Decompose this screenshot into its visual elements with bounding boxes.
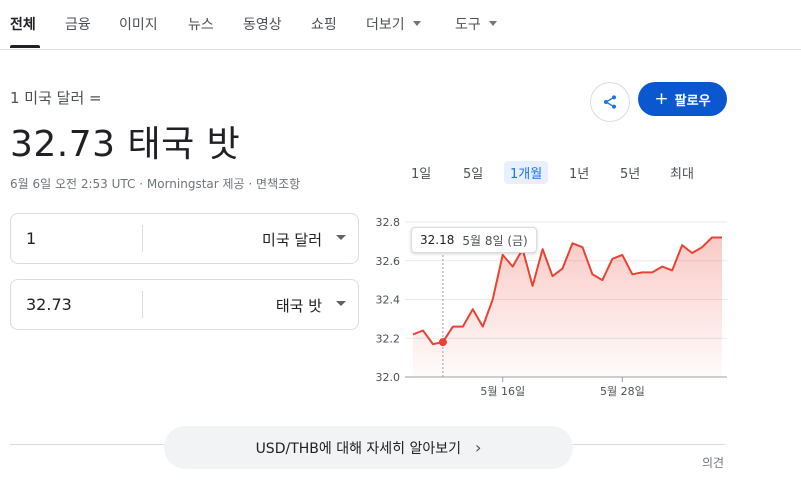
tab-more-label: 더보기	[366, 17, 405, 33]
field-divider	[142, 225, 143, 252]
source-disclaimer: 6월 6일 오전 2:53 UTC · Morningstar 제공 · 면책조…	[10, 177, 301, 191]
tooltip-date: 5월 8일 (금)	[462, 233, 528, 248]
x-tick-label: 5월 16일	[480, 384, 525, 398]
range-1m[interactable]: 1개월	[504, 161, 549, 184]
conversion-result: 32.73 태국 밧	[10, 124, 241, 165]
chevron-right-icon: ›	[475, 438, 482, 457]
share-icon	[604, 95, 616, 109]
active-tab-indicator	[10, 45, 40, 48]
range-1y[interactable]: 1년	[563, 161, 595, 184]
tab-tools[interactable]: 도구	[455, 14, 497, 34]
to-currency-select[interactable]: 태국 밧	[276, 295, 322, 316]
tab-tools-label: 도구	[455, 17, 481, 33]
tab-more[interactable]: 더보기	[366, 14, 421, 34]
feedback-link[interactable]: 의견	[702, 454, 724, 471]
conversion-base-label: 1 미국 달러 =	[10, 89, 102, 107]
share-button[interactable]	[590, 82, 630, 122]
learn-more-button[interactable]: USD/THB에 대해 자세히 알아보기 ›	[164, 426, 573, 469]
y-tick-label: 32.6	[376, 255, 401, 268]
x-tick-label: 5월 28일	[600, 384, 645, 398]
from-amount-input[interactable]: 1	[26, 229, 36, 248]
search-tabs: 전체 금융 이미지 뉴스 동영상 쇼핑 더보기 도구	[0, 0, 801, 50]
tab-images[interactable]: 이미지	[119, 14, 158, 34]
learn-more-label: USD/THB에 대해 자세히 알아보기	[255, 440, 462, 457]
field-divider	[142, 291, 143, 318]
follow-button[interactable]: + 팔로우	[638, 82, 727, 116]
tab-news[interactable]: 뉴스	[188, 14, 214, 34]
chart-tooltip: 32.18 5월 8일 (금)	[411, 227, 537, 253]
range-5d[interactable]: 5일	[457, 161, 489, 184]
range-max[interactable]: 최대	[664, 161, 700, 184]
to-currency-box: 32.73 태국 밧	[10, 279, 359, 330]
range-5y[interactable]: 5년	[614, 161, 646, 184]
plus-icon: +	[654, 89, 669, 109]
y-tick-label: 32.2	[376, 332, 401, 345]
tab-shopping[interactable]: 쇼핑	[311, 14, 337, 34]
follow-label: 팔로우	[674, 93, 711, 109]
hover-point	[438, 338, 447, 347]
tooltip-value: 32.18	[420, 233, 455, 247]
from-currency-box: 1 미국 달러	[10, 213, 359, 264]
tab-videos[interactable]: 동영상	[243, 14, 282, 34]
tab-all[interactable]: 전체	[10, 14, 36, 34]
caret-down-icon	[488, 20, 497, 26]
from-currency-select[interactable]: 미국 달러	[262, 229, 322, 250]
caret-down-icon	[412, 20, 421, 26]
y-tick-label: 32.4	[376, 294, 401, 307]
range-1d[interactable]: 1일	[405, 161, 437, 184]
dropdown-arrow-icon[interactable]	[336, 301, 346, 306]
y-tick-label: 32.8	[376, 216, 401, 229]
tab-finance[interactable]: 금융	[65, 14, 91, 34]
to-amount-input[interactable]: 32.73	[26, 295, 72, 314]
y-tick-label: 32.0	[376, 371, 401, 384]
dropdown-arrow-icon[interactable]	[336, 235, 346, 240]
